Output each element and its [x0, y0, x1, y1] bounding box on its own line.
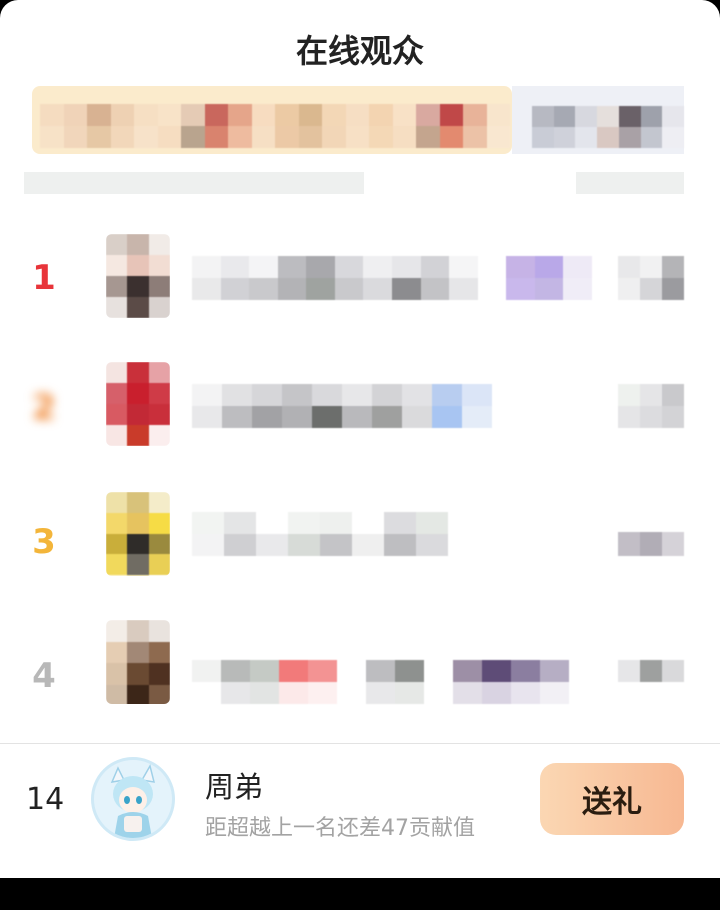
- avatar-rank-4[interactable]: [106, 620, 170, 704]
- username-rank-4[interactable]: [192, 660, 598, 704]
- my-gap-to-next: 距超越上一名还差47贡献值: [205, 816, 475, 841]
- avatar-pixels: [106, 362, 170, 446]
- online-audience-sheet: 在线观众 1 2 3 4 14 周弟 距超越上一名还差47贡献值 送礼: [0, 0, 720, 878]
- username-rank-3[interactable]: [192, 512, 448, 556]
- rank-number-3: 3: [32, 522, 56, 562]
- contribution-rank-2: [618, 384, 684, 428]
- footer-divider: [0, 743, 720, 744]
- avatar-pixels: [106, 492, 170, 576]
- username-rank-1[interactable]: [192, 256, 592, 300]
- rank-number-4: 4: [32, 656, 56, 696]
- avatar-rank-2[interactable]: [106, 362, 170, 446]
- avatar-rank-1[interactable]: [106, 234, 170, 318]
- rank-number-1: 1: [32, 258, 56, 298]
- rank-number-2: 2: [32, 388, 56, 428]
- contribution-rank-3: [618, 532, 684, 556]
- avatar-rank-3[interactable]: [106, 492, 170, 576]
- contribution-rank-4: [618, 660, 684, 682]
- my-avatar[interactable]: [91, 757, 175, 841]
- pixelated-banner-right-detail: [532, 106, 684, 148]
- contribution-rank-1: [618, 256, 684, 300]
- sheet-title: 在线观众: [295, 32, 424, 70]
- avatar-pixels: [106, 234, 170, 318]
- username-rank-2[interactable]: [192, 384, 492, 428]
- pixelated-banner-detail: [40, 104, 510, 148]
- my-username: 周弟: [205, 770, 264, 804]
- pixelated-subline-right: [576, 172, 684, 194]
- avatar-pixels: [106, 620, 170, 704]
- send-gift-button[interactable]: 送礼: [540, 763, 684, 835]
- anime-avatar-icon: [94, 760, 172, 838]
- my-rank-number: 14: [26, 782, 65, 817]
- pixelated-subline-left: [24, 172, 364, 194]
